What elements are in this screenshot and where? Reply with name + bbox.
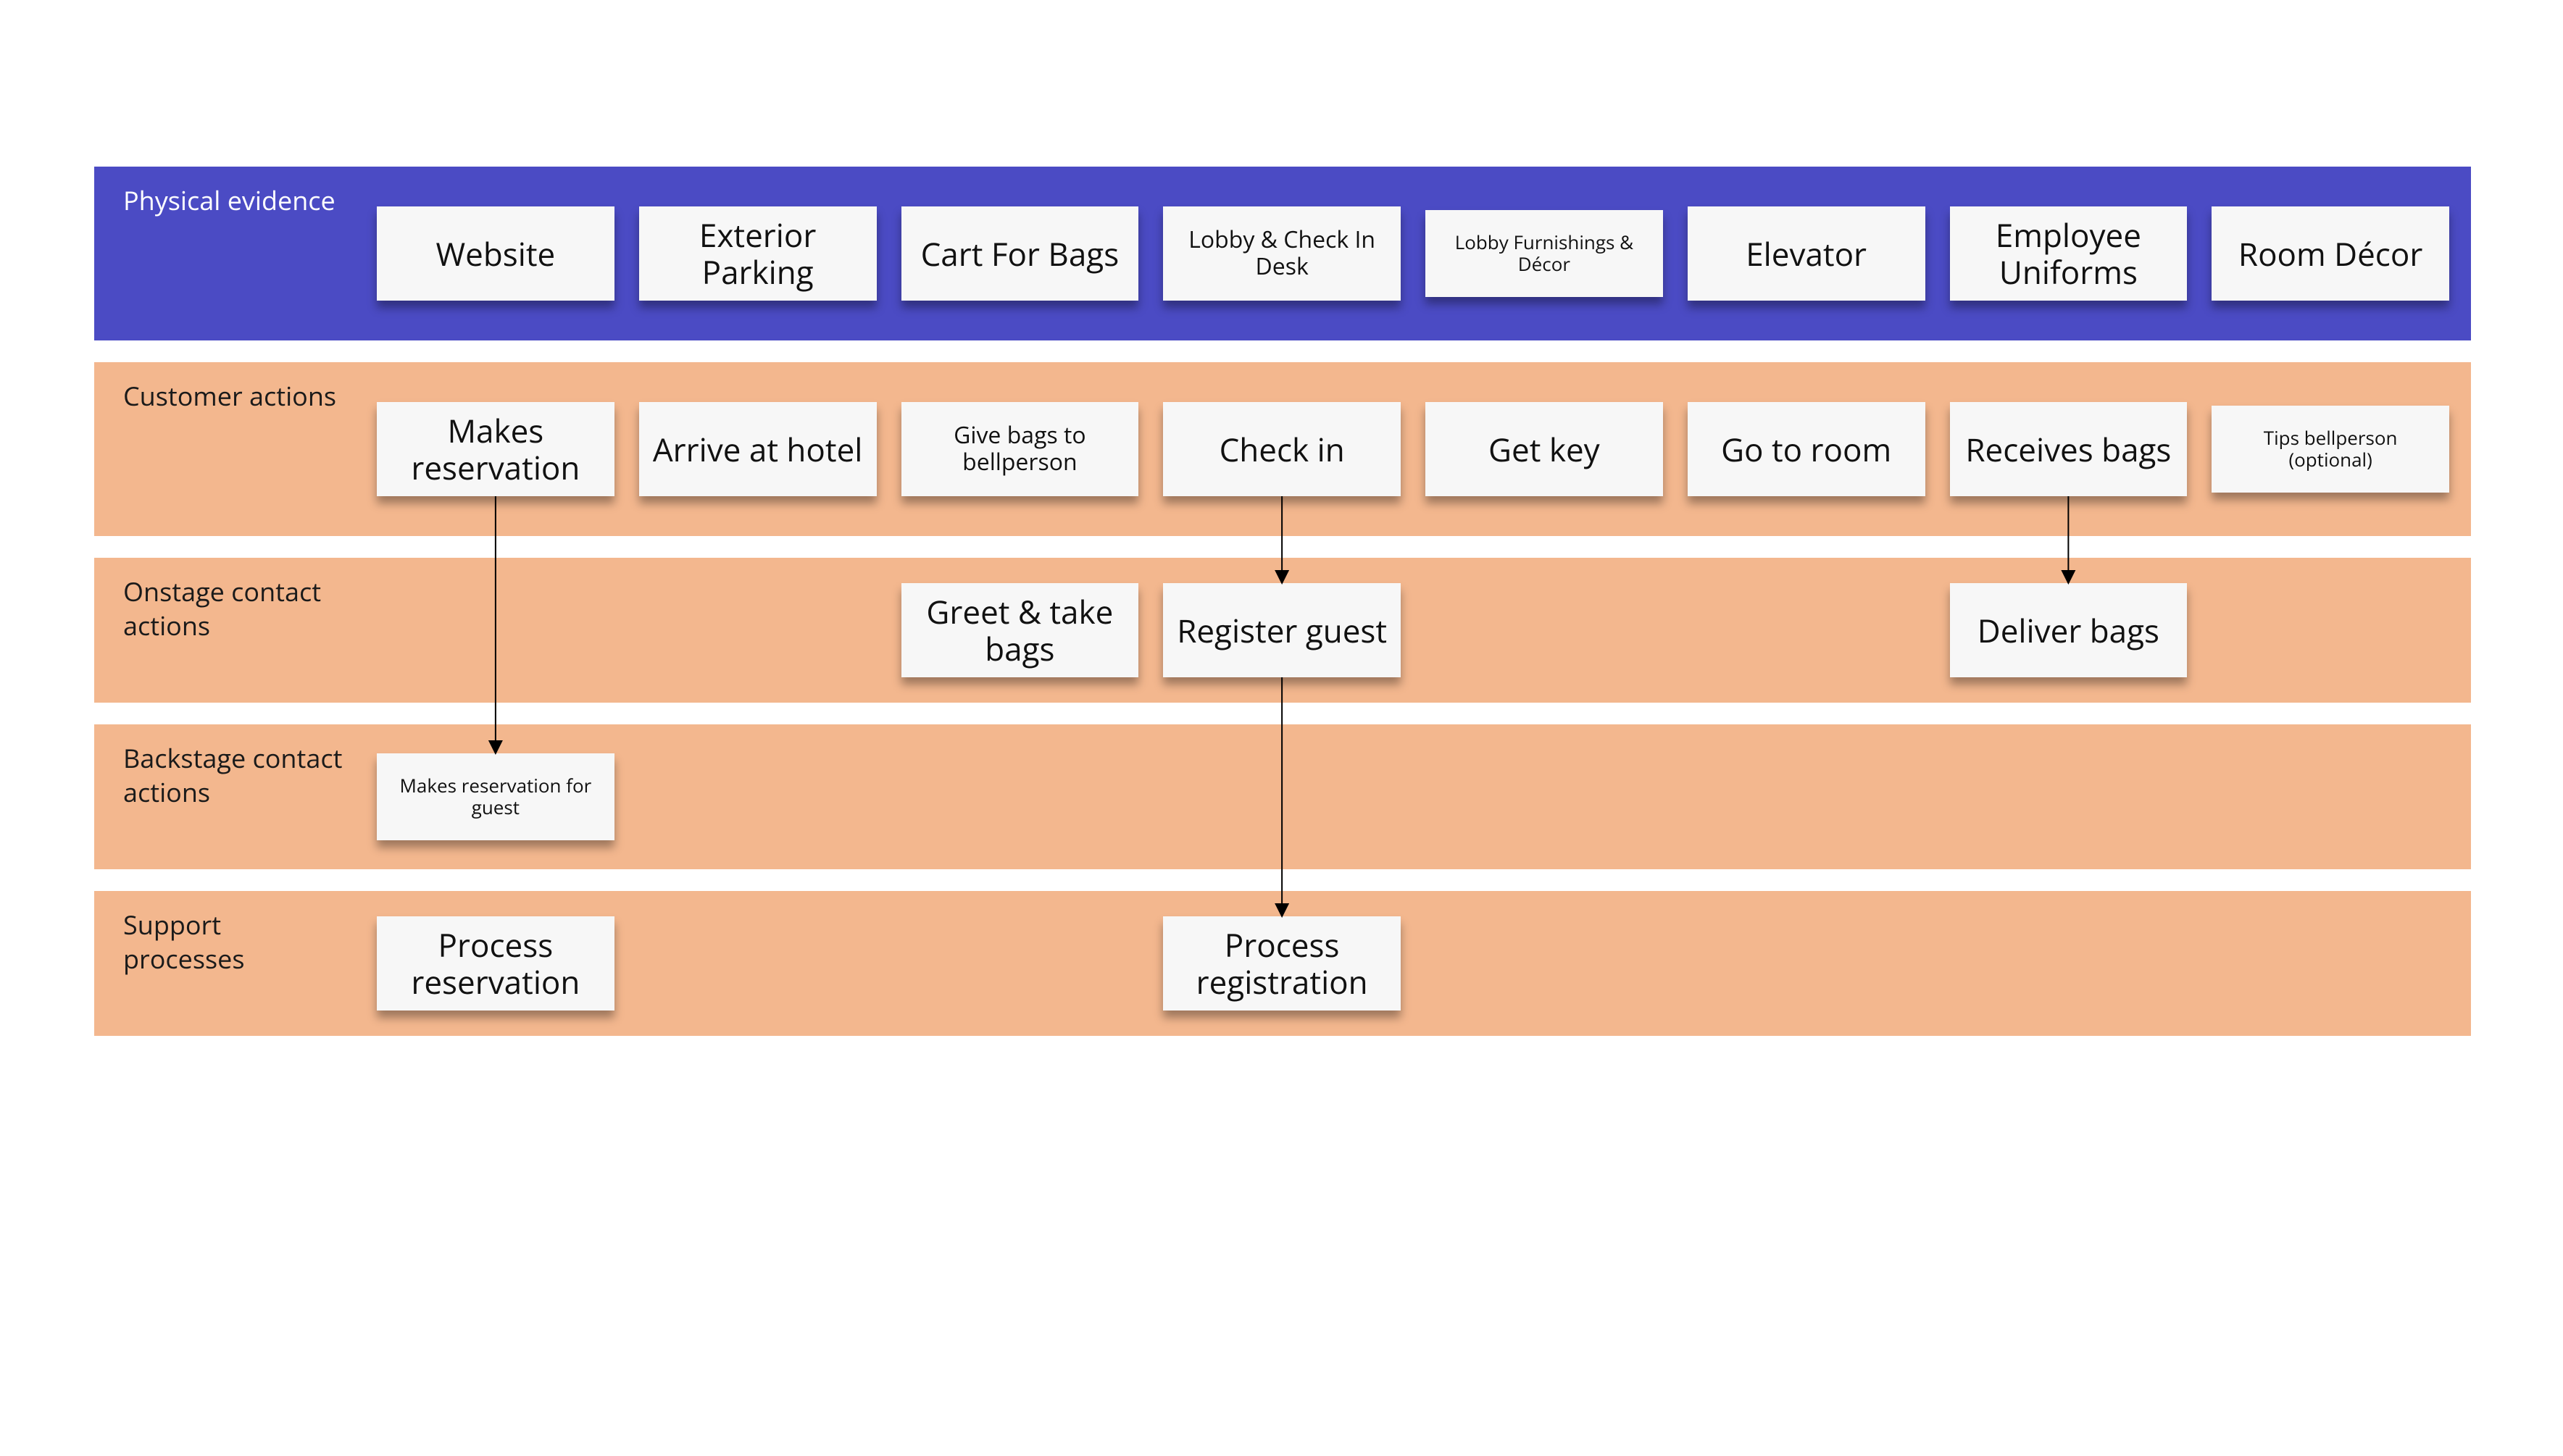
lane-customer-actions: Customer actions Makes reservation Arriv… — [94, 362, 2471, 536]
card-employee-uniforms[interactable]: Employee Uniforms — [1950, 206, 2188, 301]
lane-body: Website Exterior Parking Cart For Bags L… — [377, 167, 2471, 340]
card-room-decor[interactable]: Room Décor — [2212, 206, 2449, 301]
card-give-bags-to-bellperson[interactable]: Give bags to bellperson — [901, 402, 1139, 496]
lane-label: Customer actions — [94, 362, 377, 414]
lane-body: Process reservation Process registration — [377, 891, 2471, 1036]
card-check-in[interactable]: Check in — [1163, 402, 1401, 496]
card-makes-reservation[interactable]: Makes reservation — [377, 402, 614, 496]
card-arrive-at-hotel[interactable]: Arrive at hotel — [639, 402, 877, 496]
service-blueprint-canvas: Physical evidence Website Exterior Parki… — [94, 167, 2471, 1058]
lane-body: Makes reservation Arrive at hotel Give b… — [377, 362, 2471, 536]
card-get-key[interactable]: Get key — [1425, 402, 1663, 496]
lane-label: Physical evidence — [94, 167, 377, 218]
card-process-reservation[interactable]: Process reservation — [377, 916, 614, 1011]
lane-label: Onstage contact actions — [94, 558, 377, 643]
card-lobby-furnishings-decor[interactable]: Lobby Furnishings & Décor — [1425, 210, 1663, 297]
card-process-registration[interactable]: Process registration — [1163, 916, 1401, 1011]
card-greet-take-bags[interactable]: Greet & take bags — [901, 583, 1139, 677]
card-deliver-bags[interactable]: Deliver bags — [1950, 583, 2188, 677]
card-receives-bags[interactable]: Receives bags — [1950, 402, 2188, 496]
card-go-to-room[interactable]: Go to room — [1688, 402, 1925, 496]
lane-label: Backstage contact actions — [94, 724, 377, 810]
lane-body: Makes reservation for guest — [377, 724, 2471, 869]
lane-label: Support processes — [94, 891, 377, 976]
card-lobby-checkin-desk[interactable]: Lobby & Check In Desk — [1163, 206, 1401, 301]
card-exterior-parking[interactable]: Exterior Parking — [639, 206, 877, 301]
card-cart-for-bags[interactable]: Cart For Bags — [901, 206, 1139, 301]
card-tips-bellperson[interactable]: Tips bellperson (optional) — [2212, 406, 2449, 493]
lane-backstage-contact-actions: Backstage contact actions Makes reservat… — [94, 724, 2471, 869]
card-elevator[interactable]: Elevator — [1688, 206, 1925, 301]
card-makes-reservation-for-guest[interactable]: Makes reservation for guest — [377, 753, 614, 840]
lane-support-processes: Support processes Process reservation Pr… — [94, 891, 2471, 1036]
card-register-guest[interactable]: Register guest — [1163, 583, 1401, 677]
lane-body: Greet & take bags Register guest Deliver… — [377, 558, 2471, 703]
lane-physical-evidence: Physical evidence Website Exterior Parki… — [94, 167, 2471, 340]
card-website[interactable]: Website — [377, 206, 614, 301]
lane-onstage-contact-actions: Onstage contact actions Greet & take bag… — [94, 558, 2471, 703]
